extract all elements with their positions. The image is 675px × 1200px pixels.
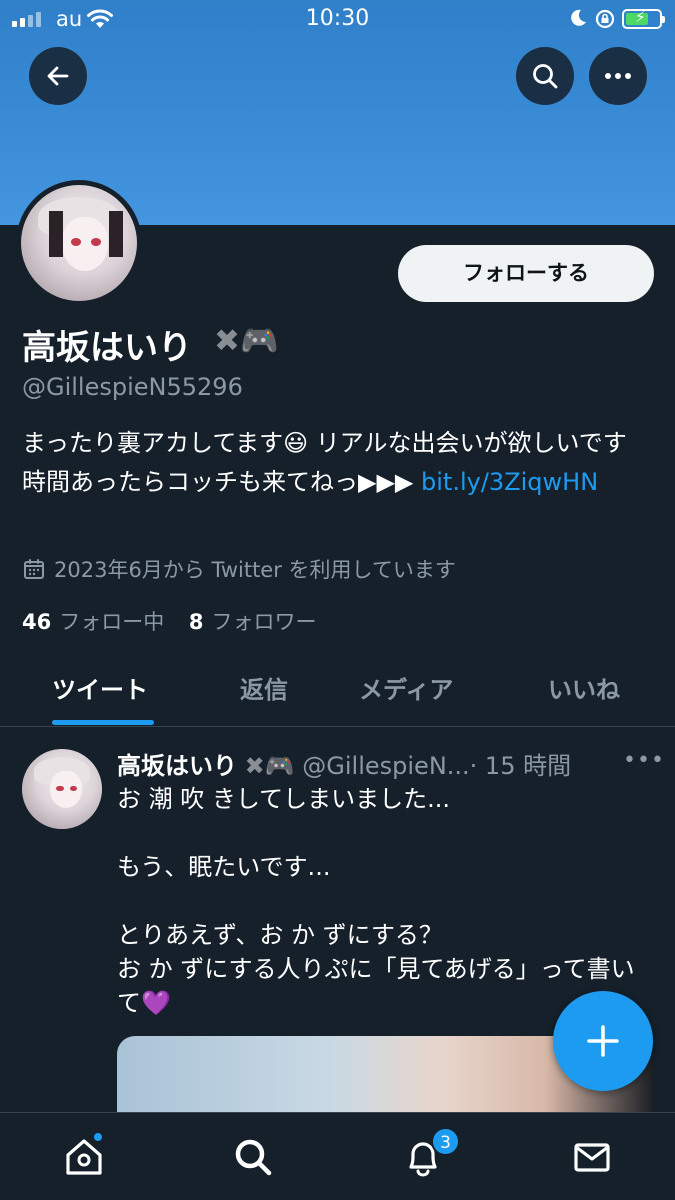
following-count: 46 xyxy=(22,610,52,634)
following-stat[interactable]: 46 フォロー中 xyxy=(22,610,164,634)
tweet-header: 高坂はいり ✖🎮 @GillespieN...· 15 時間 xyxy=(117,746,571,781)
profile-bio: まったり裏アカしてます😃 リアルな出会いが欲しいです 時間あったらコッチも来てね… xyxy=(22,424,642,502)
tweet-handle: @GillespieN... xyxy=(302,752,470,780)
back-button[interactable] xyxy=(29,47,87,105)
search-icon xyxy=(533,64,558,89)
calendar-icon xyxy=(24,559,44,579)
bio-link[interactable]: bit.ly/3ZiqwHN xyxy=(421,468,598,496)
tweet-author-name: 高坂はいり xyxy=(117,752,237,780)
tab-tweets[interactable]: ツイート xyxy=(52,670,148,705)
followers-count: 8 xyxy=(188,610,204,634)
tweet-avatar[interactable] xyxy=(22,749,102,829)
tweet-avatar-image xyxy=(22,749,102,829)
game-controller-emoji: 🎮 xyxy=(239,323,279,359)
profile-display-name: 高坂はいり xyxy=(22,328,192,368)
search-nav-icon xyxy=(235,1139,272,1176)
profile-handle: @GillespieN55296 xyxy=(22,373,243,401)
joined-date: 2023年6月から Twitter を利用しています xyxy=(22,554,456,584)
tweet-more-icon[interactable]: ••• xyxy=(623,748,665,773)
compose-button[interactable] xyxy=(553,991,653,1091)
bottom-navigation xyxy=(0,1112,675,1200)
notification-badge: 3 xyxy=(431,1127,460,1156)
followers-stat[interactable]: 8 フォロワー xyxy=(189,610,317,634)
profile-tabs: ツイート 返信 メディア いいね xyxy=(0,650,675,727)
home-unread-dot xyxy=(92,1131,104,1143)
active-tab-indicator xyxy=(52,720,154,725)
x-mark-icon: ✖ xyxy=(244,752,265,780)
joined-text: 2023年6月から Twitter を利用しています xyxy=(54,558,456,582)
status-bar: au 10:30 ⚡ xyxy=(0,0,675,40)
compose-plus-icon xyxy=(587,1025,619,1057)
battery-icon: ⚡ xyxy=(622,8,665,29)
rotation-lock-icon xyxy=(595,9,615,29)
follow-button[interactable]: フォローする xyxy=(398,245,654,302)
follow-stats: 46 フォロー中 8 フォロワー xyxy=(22,606,317,636)
search-button[interactable] xyxy=(516,47,574,105)
more-icon xyxy=(605,73,631,79)
followers-label: フォロワー xyxy=(211,610,317,634)
name-decoration: ✖🎮 xyxy=(214,322,279,359)
more-options-button[interactable] xyxy=(589,47,647,105)
tab-replies[interactable]: 返信 xyxy=(240,670,288,705)
tab-likes[interactable]: いいね xyxy=(548,670,620,705)
profile-avatar[interactable] xyxy=(16,180,142,306)
nav-search[interactable] xyxy=(229,1133,277,1181)
x-mark-icon: ✖ xyxy=(214,323,240,359)
avatar-image xyxy=(21,185,137,301)
following-label: フォロー中 xyxy=(59,610,165,634)
tab-media[interactable]: メディア xyxy=(359,670,453,705)
mail-icon xyxy=(574,1143,610,1172)
nav-messages[interactable] xyxy=(568,1133,616,1181)
tweet-text: お 潮 吹 きしてしまいました... もう、眠たいです... とりあえず、お か… xyxy=(117,785,635,1017)
tweet-emoji: 🎮 xyxy=(264,752,295,780)
back-arrow-icon xyxy=(47,66,69,86)
do-not-disturb-icon xyxy=(571,9,586,26)
tweet-time: · 15 時間 xyxy=(469,752,572,780)
